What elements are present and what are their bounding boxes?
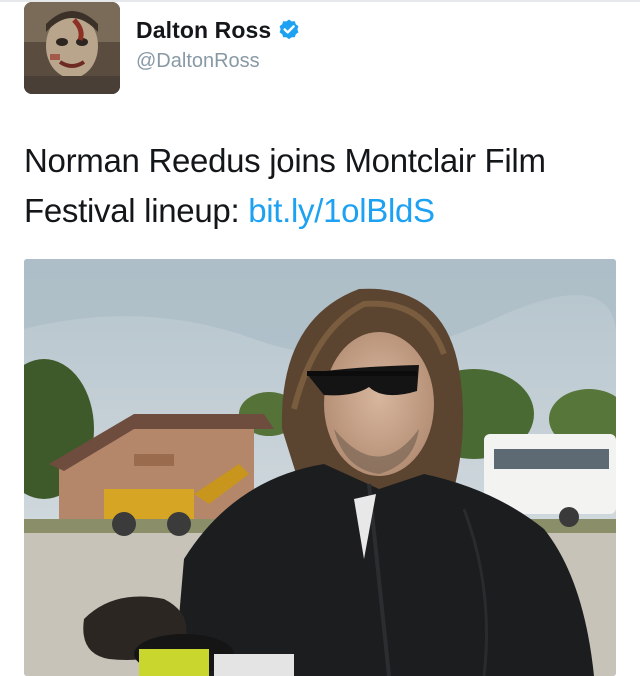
avatar-image — [24, 2, 120, 94]
author-avatar[interactable] — [24, 2, 120, 94]
tweet-card: Dalton Ross @DaltonRoss Norman Reedus jo… — [0, 0, 640, 676]
tweet-link[interactable]: bit.ly/1olBldS — [248, 192, 435, 229]
author-name-row[interactable]: Dalton Ross — [136, 14, 301, 46]
author-handle[interactable]: @DaltonRoss — [136, 50, 260, 73]
verified-badge-icon — [277, 18, 301, 42]
tweet-text: Norman Reedus joins Montclair Film Festi… — [24, 136, 614, 236]
tweet-photo[interactable] — [24, 259, 616, 676]
photo-image — [24, 259, 616, 676]
author-display-name[interactable]: Dalton Ross — [136, 17, 271, 44]
